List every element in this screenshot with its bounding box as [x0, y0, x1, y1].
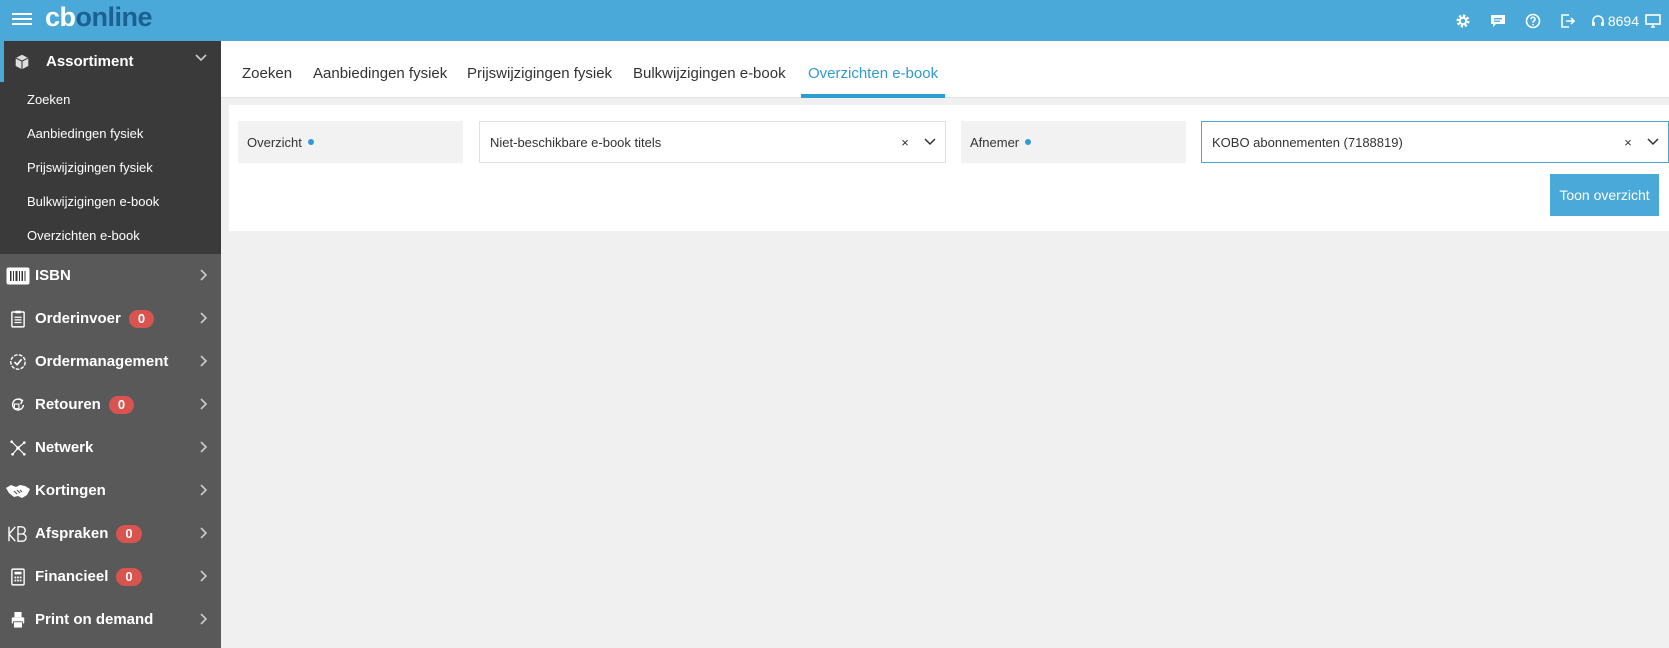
chevron-right-icon	[199, 398, 209, 410]
sidebar-item-label: Netwerk	[35, 439, 94, 456]
menu-icon[interactable]	[12, 13, 32, 27]
top-bar: cbonline 8694	[0, 0, 1669, 41]
sidebar-item-ordermanagement[interactable]: Ordermanagement	[0, 340, 221, 383]
sidebar-subitem-overzichten-e-book[interactable]: Overzichten e-book	[0, 218, 221, 252]
tab-prijswijzigingen-fysiek[interactable]: Prijswijzigingen fysiek	[467, 41, 612, 98]
chevron-right-icon	[199, 613, 209, 625]
overzicht-label-text: Overzicht	[247, 134, 302, 150]
count-badge: 0	[108, 395, 135, 414]
chevron-right-icon	[199, 312, 209, 324]
sidebar-item-label: Retouren	[35, 396, 101, 413]
sidebar-section-label: Assortiment	[46, 53, 134, 70]
logo-text-online: online	[75, 2, 153, 32]
sidebar-item-retouren[interactable]: Retouren 0	[0, 383, 221, 426]
sidebar-item-print-on-demand[interactable]: Print on demand	[0, 598, 221, 641]
sidebar-item-isbn[interactable]: ISBN	[0, 254, 221, 297]
overzicht-select[interactable]: Niet-beschikbare e-book titels ×	[479, 121, 946, 163]
logo-text-cb: cb	[45, 2, 76, 32]
top-toolbar: 8694	[1446, 0, 1669, 41]
toon-overzicht-button[interactable]: Toon overzicht	[1550, 174, 1659, 216]
calculator-icon	[5, 566, 31, 588]
required-dot-icon	[307, 139, 314, 145]
chevron-down-icon[interactable]	[915, 138, 945, 146]
sidebar-subitems: Zoeken Aanbiedingen fysiek Prijswijzigin…	[0, 82, 221, 254]
network-icon	[5, 437, 31, 459]
chevron-right-icon	[199, 355, 209, 367]
clear-icon[interactable]: ×	[1618, 135, 1638, 150]
chevron-right-icon	[199, 269, 209, 281]
headset-icon	[1591, 14, 1604, 26]
sidebar-item-label: Financieel	[35, 568, 109, 585]
sidebar-item-label: Ordermanagement	[35, 353, 169, 370]
afnemer-label-text: Afnemer	[970, 134, 1020, 150]
tab-aanbiedingen-fysiek[interactable]: Aanbiedingen fysiek	[313, 41, 447, 98]
chevron-right-icon	[199, 527, 209, 539]
overzicht-select-value: Niet-beschikbare e-book titels	[490, 134, 662, 150]
check-circle-icon	[5, 351, 31, 373]
count-badge: 0	[116, 567, 142, 586]
sidebar-item-afspraken[interactable]: Afspraken 0	[0, 512, 221, 555]
tab-overzichten-e-book[interactable]: Overzichten e-book	[801, 41, 946, 98]
sidebar: Assortiment Zoeken Aanbiedingen fysiek P…	[0, 41, 221, 648]
sidebar-item-label: Print on demand	[35, 611, 154, 628]
app-logo[interactable]: cbonline	[45, 2, 153, 33]
sidebar-item-label: Afspraken	[35, 525, 109, 542]
overzicht-label: Overzicht	[238, 121, 463, 163]
sidebar-item-label: ISBN	[35, 267, 71, 284]
sidebar-subitem-bulkwijzigingen-e-book[interactable]: Bulkwijzigingen e-book	[0, 184, 221, 218]
chevron-down-icon	[195, 54, 207, 62]
tab-bulkwijzigingen-e-book[interactable]: Bulkwijzigingen e-book	[633, 41, 786, 98]
afnemer-label: Afnemer	[961, 121, 1186, 163]
tab-bar: Zoeken Aanbiedingen fysiek Prijswijzigin…	[221, 41, 1669, 98]
clear-icon[interactable]: ×	[895, 135, 915, 150]
printer-icon	[5, 609, 31, 631]
sidebar-subitem-prijswijzigingen-fysiek[interactable]: Prijswijzigingen fysiek	[0, 150, 221, 184]
handshake-icon	[5, 480, 31, 502]
required-dot-icon	[1025, 139, 1032, 145]
filter-panel: Overzicht Niet-beschikbare e-book titels…	[229, 105, 1669, 231]
afnemer-select[interactable]: KOBO abonnementen (7188819) ×	[1201, 121, 1669, 163]
clipboard-icon	[5, 308, 31, 330]
return-icon	[5, 394, 31, 416]
box-icon	[12, 52, 32, 72]
sidebar-subitem-zoeken[interactable]: Zoeken	[0, 82, 221, 116]
sidebar-subitem-aanbiedingen-fysiek[interactable]: Aanbiedingen fysiek	[0, 116, 221, 150]
chevron-right-icon	[199, 570, 209, 582]
tab-zoeken[interactable]: Zoeken	[242, 41, 292, 98]
chevron-down-icon[interactable]	[1638, 138, 1668, 146]
count-badge: 0	[116, 524, 142, 543]
support-number: 8694	[1607, 12, 1639, 29]
gear-icon[interactable]	[1446, 0, 1481, 41]
afnemer-select-value: KOBO abonnementen (7188819)	[1212, 134, 1403, 150]
kb-icon	[5, 523, 31, 545]
sidebar-item-kortingen[interactable]: Kortingen	[0, 469, 221, 512]
sidebar-item-orderinvoer[interactable]: Orderinvoer 0	[0, 297, 221, 340]
chevron-right-icon	[199, 441, 209, 453]
count-badge: 0	[128, 309, 155, 328]
sidebar-item-label: Orderinvoer	[35, 310, 121, 327]
help-icon[interactable]	[1516, 0, 1551, 41]
logout-icon[interactable]	[1551, 0, 1586, 41]
monitor-icon[interactable]	[1645, 0, 1669, 41]
sidebar-item-label: Kortingen	[35, 482, 106, 499]
chevron-right-icon	[199, 484, 209, 496]
sidebar-item-netwerk[interactable]: Netwerk	[0, 426, 221, 469]
chat-icon[interactable]	[1481, 0, 1516, 41]
barcode-icon	[5, 265, 31, 287]
sidebar-item-financieel[interactable]: Financieel 0	[0, 555, 221, 598]
support-button[interactable]: 8694	[1586, 0, 1645, 41]
sidebar-section-assortiment[interactable]: Assortiment	[0, 41, 221, 82]
